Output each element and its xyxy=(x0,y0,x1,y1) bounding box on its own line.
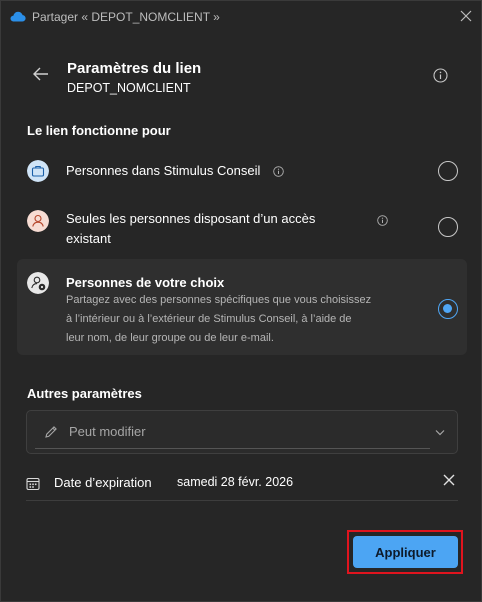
option-description-line1: Partagez avec des personnes spécifiques … xyxy=(66,294,372,306)
window-title: Partager « DEPOT_NOMCLIENT » xyxy=(32,10,220,24)
dropdown-underline xyxy=(35,448,430,449)
close-icon[interactable] xyxy=(459,9,473,23)
calendar-icon xyxy=(26,477,40,491)
expiration-date-input[interactable]: samedi 28 févr. 2026 xyxy=(177,475,293,489)
briefcase-icon xyxy=(27,160,49,182)
link-works-for-heading: Le lien fonctionne pour xyxy=(27,123,171,138)
info-icon[interactable] xyxy=(377,215,388,226)
radio-organization[interactable] xyxy=(438,161,458,181)
onedrive-cloud-icon xyxy=(10,11,26,22)
person-icon xyxy=(27,210,49,232)
permission-value: Peut modifier xyxy=(69,424,146,439)
option-label-line2: existant xyxy=(66,231,111,246)
apply-button[interactable]: Appliquer xyxy=(353,536,458,568)
radio-specific-people[interactable] xyxy=(438,299,458,319)
option-label: Personnes dans Stimulus Conseil xyxy=(66,163,261,178)
expiration-row: Date d’expiration samedi 28 févr. 2026 xyxy=(26,471,458,501)
radio-existing-access[interactable] xyxy=(438,217,458,237)
pencil-icon xyxy=(45,426,57,438)
expiration-underline xyxy=(26,500,458,501)
chevron-down-icon[interactable] xyxy=(434,428,446,437)
permission-dropdown[interactable]: Peut modifier xyxy=(26,410,458,454)
option-specific-people[interactable]: Personnes de votre choix Partagez avec d… xyxy=(17,259,467,355)
share-dialog: Partager « DEPOT_NOMCLIENT » Paramètres … xyxy=(0,0,482,602)
info-icon[interactable] xyxy=(433,68,448,83)
close-icon[interactable] xyxy=(442,473,456,487)
expiration-label: Date d’expiration xyxy=(54,475,152,490)
page-title: Paramètres du lien xyxy=(67,60,202,77)
other-settings-heading: Autres paramètres xyxy=(27,386,142,401)
option-existing-access[interactable]: Seules les personnes disposant d’un accè… xyxy=(17,205,467,251)
option-label: Personnes de votre choix xyxy=(66,275,225,290)
info-icon[interactable] xyxy=(273,166,284,177)
option-organization[interactable]: Personnes dans Stimulus Conseil xyxy=(17,153,467,189)
option-description-line3: leur nom, de leur groupe ou de leur e-ma… xyxy=(66,332,274,344)
arrow-left-icon[interactable] xyxy=(32,65,50,83)
page-subtitle: DEPOT_NOMCLIENT xyxy=(67,81,191,95)
option-description-line2: à l’intérieur ou à l’extérieur de Stimul… xyxy=(66,313,352,325)
people-settings-icon xyxy=(27,272,49,294)
option-label-line1: Seules les personnes disposant d’un accè… xyxy=(66,211,316,226)
title-bar: Partager « DEPOT_NOMCLIENT » xyxy=(1,1,481,33)
